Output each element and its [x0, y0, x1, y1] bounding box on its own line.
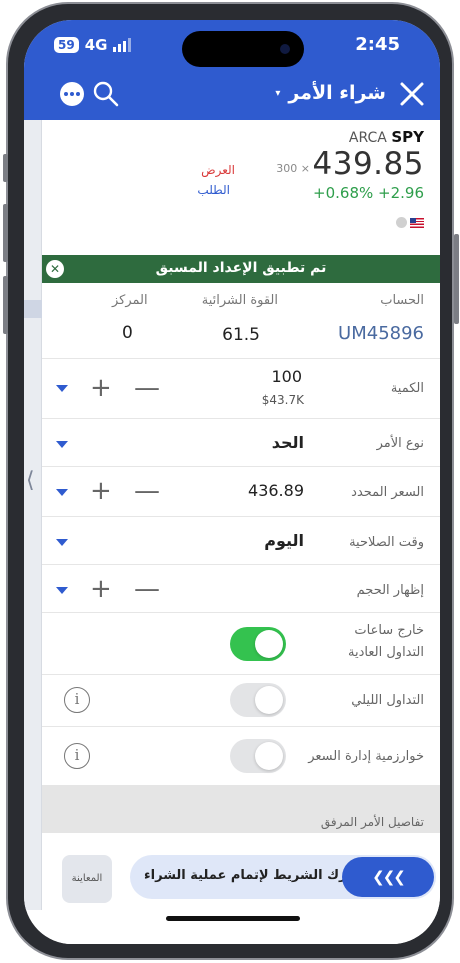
quantity-input[interactable]: 100: [271, 367, 302, 386]
position-value: 0: [122, 323, 133, 343]
side-panel-indicator: [24, 300, 42, 318]
overnight-label: التداول الليلي: [351, 693, 424, 708]
preview-button[interactable]: المعاينة: [62, 855, 112, 903]
close-icon[interactable]: [398, 80, 426, 108]
preset-banner: ✕ تم تطبيق الإعداد المسبق: [42, 255, 440, 283]
overnight-row: i التداول الليلي: [42, 675, 440, 727]
limit-price-plus-button[interactable]: +: [90, 478, 112, 504]
slide-handle-icon[interactable]: ❮❮❮: [342, 857, 434, 897]
price-mgmt-row: i خوارزمية إدارة السعر: [42, 727, 440, 785]
dynamic-island: [182, 31, 304, 67]
account-label: الحساب: [380, 293, 424, 308]
limit-price-row: + — 436.89 السعر المحدد: [42, 467, 440, 517]
outside-rth-toggle[interactable]: [230, 627, 286, 661]
display-size-row: + — إظهار الحجم: [42, 565, 440, 613]
side-panel-edge[interactable]: ⟨: [24, 120, 42, 910]
app-header: 59 4G 2:45 شراء الأمر ▾: [24, 20, 440, 120]
price-mgmt-label: خوارزمية إدارة السعر: [308, 749, 424, 764]
search-icon[interactable]: [92, 80, 120, 108]
display-size-plus-button[interactable]: +: [90, 576, 112, 602]
us-flag-icon: [410, 217, 424, 228]
network-label: 4G: [84, 36, 108, 54]
volume-down-button: [3, 276, 8, 334]
symbol-line: ARCA SPY: [349, 128, 424, 146]
price-mgmt-info-icon[interactable]: i: [64, 743, 90, 769]
order-type-row[interactable]: الحد نوع الأمر: [42, 419, 440, 467]
buying-power-value: 61.5: [222, 325, 260, 345]
buying-power-label: القوة الشرائية: [201, 293, 278, 308]
order-title-label: شراء الأمر: [288, 82, 386, 104]
tif-value[interactable]: اليوم: [264, 531, 304, 550]
outside-rth-label-2: التداول العادية: [348, 645, 424, 660]
quantity-notional: $43.7K: [261, 393, 304, 407]
quantity-minus-button[interactable]: —: [134, 375, 160, 401]
price-change: +0.68% +2.96: [313, 184, 424, 202]
limit-price-input[interactable]: 436.89: [248, 481, 304, 500]
overnight-info-icon[interactable]: i: [64, 687, 90, 713]
quantity-label: الكمية: [390, 381, 424, 396]
quantity-dropdown-icon[interactable]: [56, 385, 68, 392]
screen: 59 4G 2:45 شراء الأمر ▾ ⟨ ARCA SPY 439.8…: [24, 20, 440, 944]
outside-rth-label-1: خارج ساعات: [354, 623, 424, 638]
position-label: المركز: [112, 293, 148, 308]
outside-rth-row: خارج ساعات التداول العادية: [42, 613, 440, 675]
price-size: 300 ×: [276, 162, 310, 175]
order-type-value[interactable]: الحد: [272, 433, 304, 452]
chevron-down-icon: ▾: [275, 87, 281, 99]
order-form: ARCA SPY 439.85 300 × +0.68% +2.96 العرض…: [42, 120, 440, 851]
phone-frame: 59 4G 2:45 شراء الأمر ▾ ⟨ ARCA SPY 439.8…: [3, 2, 459, 960]
mute-switch: [3, 154, 8, 182]
limit-price-label: السعر المحدد: [351, 485, 424, 500]
order-type-dropdown-icon[interactable]: [56, 441, 68, 448]
ask-label: العرض: [201, 163, 235, 177]
status-dot-icon: [396, 217, 407, 228]
battery-indicator: 59: [54, 37, 79, 53]
power-button: [454, 234, 459, 324]
display-size-dropdown-icon[interactable]: [56, 587, 68, 594]
quote-panel: ARCA SPY 439.85 300 × +0.68% +2.96 العرض…: [42, 120, 440, 255]
symbol-label[interactable]: SPY: [391, 128, 424, 146]
quantity-plus-button[interactable]: +: [90, 375, 112, 401]
account-value[interactable]: UM45896: [338, 323, 424, 344]
more-icon[interactable]: [60, 82, 84, 106]
order-title[interactable]: شراء الأمر ▾: [275, 82, 386, 104]
price-mgmt-toggle[interactable]: [230, 739, 286, 773]
last-price: 439.85: [312, 146, 424, 182]
display-size-minus-button[interactable]: —: [134, 576, 160, 602]
quantity-row: + — 100 $43.7K الكمية: [42, 359, 440, 419]
volume-up-button: [3, 204, 8, 262]
preset-banner-text: تم تطبيق الإعداد المسبق: [155, 260, 327, 276]
tif-dropdown-icon[interactable]: [56, 539, 68, 546]
bid-label: الطلب: [197, 183, 230, 197]
chevron-left-icon[interactable]: ⟨: [26, 468, 35, 493]
slide-to-buy-label: حرك الشريط لإتمام عملية الشراء: [144, 868, 357, 883]
attached-order-label: تفاصيل الأمر المرفق: [320, 815, 424, 829]
exchange-label: ARCA: [348, 130, 387, 146]
time-in-force-row[interactable]: اليوم وقت الصلاحية: [42, 517, 440, 565]
display-size-label: إظهار الحجم: [356, 583, 424, 598]
home-indicator: [166, 916, 300, 921]
bottom-action-bar: المعاينة حرك الشريط لإتمام عملية الشراء …: [42, 832, 440, 944]
overnight-toggle[interactable]: [230, 683, 286, 717]
market-flags: [396, 217, 424, 228]
limit-price-minus-button[interactable]: —: [134, 478, 160, 504]
slide-to-buy[interactable]: حرك الشريط لإتمام عملية الشراء ❮❮❮: [130, 855, 436, 899]
status-clock: 2:45: [355, 34, 400, 55]
tif-label: وقت الصلاحية: [349, 535, 424, 550]
limit-price-dropdown-icon[interactable]: [56, 489, 68, 496]
signal-bars-icon: [113, 38, 132, 52]
order-type-label: نوع الأمر: [376, 436, 424, 451]
account-row: الحساب UM45896 القوة الشرائية 61.5 المرك…: [42, 283, 440, 359]
status-left: 59 4G: [54, 36, 132, 54]
